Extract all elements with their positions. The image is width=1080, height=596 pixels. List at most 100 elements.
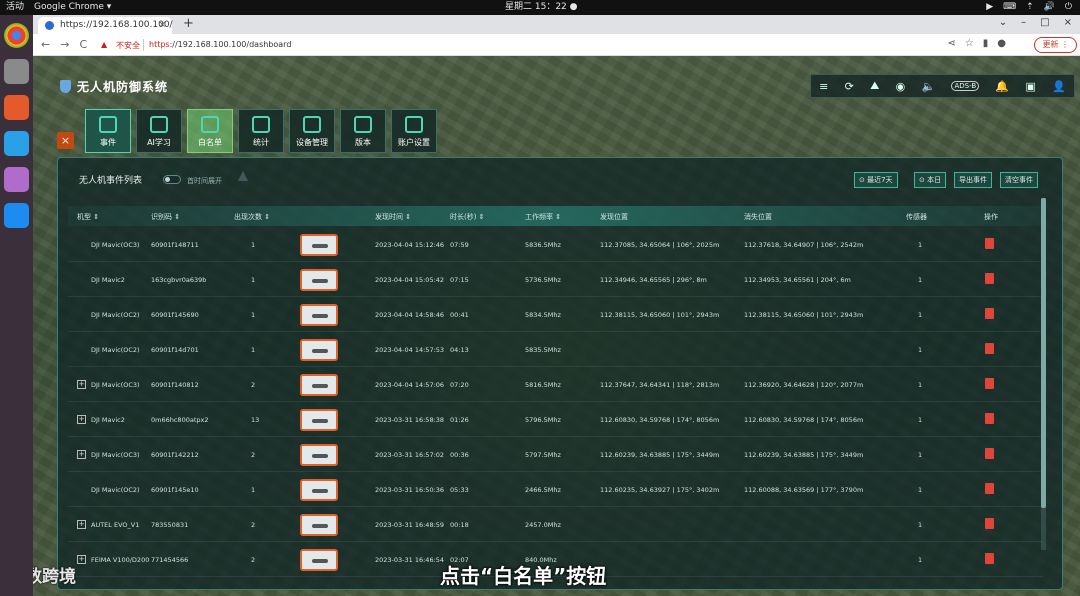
drone-thumbnail[interactable] (300, 304, 338, 326)
col-model[interactable]: 机型 ⇕ (77, 212, 99, 222)
col-count[interactable]: 出现次数 ⇕ (234, 212, 270, 222)
maximize-icon[interactable]: □ (1040, 17, 1049, 28)
col-id[interactable]: 识别码 ⇕ (151, 212, 180, 222)
table-row[interactable]: DJI Mavic(OC2) 60901f145690 1 2023-04-04 14… (68, 298, 1043, 332)
app-store-dock-icon[interactable] (4, 95, 29, 120)
drone-thumbnail[interactable] (300, 514, 338, 536)
drone-thumbnail[interactable] (300, 444, 338, 466)
expand-row-icon[interactable]: + (77, 380, 86, 389)
speaker-icon[interactable]: 🔈 (921, 80, 935, 93)
clock[interactable]: 星期二 15：22 ● (505, 0, 577, 15)
keyboard-icon[interactable]: ⌨ (1003, 0, 1016, 15)
drone-thumbnail[interactable] (300, 409, 338, 431)
drone-thumbnail[interactable] (300, 479, 338, 501)
nav-stats-button[interactable]: 统计 (238, 109, 284, 153)
expand-row-icon[interactable]: + (77, 450, 86, 459)
nav-account-button[interactable]: 账户设置 (391, 109, 437, 153)
recent-7-days-button[interactable]: ⊙ 最近7天 (854, 172, 898, 188)
update-button[interactable]: 更新 ⋮ (1034, 37, 1077, 53)
row-count: 2 (251, 381, 256, 389)
delete-icon[interactable] (985, 413, 994, 424)
side-panel-icon[interactable]: ▮ (983, 38, 989, 49)
table-row[interactable]: + AUTEL EVO_V1 783550831 2 2023-03-31 16:48:… (68, 508, 1043, 542)
col-time[interactable]: 发现时间 ⇕ (375, 212, 411, 222)
drone-thumbnail[interactable] (300, 339, 338, 361)
expand-row-icon[interactable]: + (77, 415, 86, 424)
delete-icon[interactable] (985, 518, 994, 529)
delete-icon[interactable] (985, 343, 994, 354)
telegram-dock-icon[interactable] (4, 131, 29, 156)
browser-tab[interactable]: https://192.168.100.100/ × (38, 17, 173, 34)
new-tab-button[interactable]: + (183, 16, 194, 31)
activities-button[interactable]: 活动 (6, 0, 24, 15)
share-icon[interactable]: ⋖ (947, 38, 955, 49)
today-button[interactable]: ⊙ 本日 (914, 172, 947, 188)
close-window-icon[interactable]: × (1064, 17, 1072, 28)
volume-icon[interactable]: 🔊 (1044, 0, 1055, 15)
back-icon[interactable]: ← (41, 38, 50, 51)
drone-thumbnail[interactable] (300, 234, 338, 256)
user-icon[interactable]: 👤 (1052, 80, 1066, 93)
windows-icon[interactable]: ▣ (1025, 80, 1035, 93)
tab-close-icon[interactable]: × (158, 17, 166, 34)
teams-dock-icon[interactable] (4, 203, 29, 228)
system-tray[interactable]: ▶ ⌨ ⇡ 🔊 ⏻ (986, 0, 1072, 15)
table-row[interactable]: + DJI Mavic(OC3) 60901f140812 2 2023-04-04 1… (68, 368, 1043, 402)
bookmark-star-icon[interactable]: ☆ (965, 38, 974, 49)
table-row[interactable]: DJI Mavic(OC3) 60901f148711 1 2023-04-04 15… (68, 228, 1043, 262)
export-events-button[interactable]: 导出事件 (954, 172, 992, 188)
url-field[interactable]: https://192.168.100.100/dashboard (149, 40, 291, 49)
delete-icon[interactable] (985, 448, 994, 459)
refresh-icon[interactable]: ⟳ (845, 80, 854, 93)
table-row[interactable]: DJI Mavic(OC2) 60901f14d701 1 2023-04-04 14… (68, 333, 1043, 367)
drone-thumbnail[interactable] (300, 269, 338, 291)
shield-logo-icon (60, 80, 71, 93)
nav-events-button[interactable]: 事件 (85, 109, 131, 153)
nav-version-button[interactable]: 版本 (340, 109, 386, 153)
drone-thumbnail[interactable] (300, 374, 338, 396)
nav-ai-button[interactable]: AI学习 (136, 109, 182, 153)
delete-icon[interactable] (985, 273, 994, 284)
profile-icon[interactable]: ● (997, 38, 1006, 49)
delete-icon[interactable] (985, 238, 994, 249)
nav-whitelist-button[interactable]: 白名单 (187, 109, 233, 153)
delete-icon[interactable] (985, 483, 994, 494)
delete-icon[interactable] (985, 553, 994, 564)
video-dock-icon[interactable] (4, 167, 29, 192)
map-icon[interactable]: ⛰ (870, 79, 879, 93)
expand-toggle[interactable] (163, 175, 181, 184)
col-frequency[interactable]: 工作频率 ⇕ (525, 212, 561, 222)
row-duration: 07:20 (450, 381, 469, 389)
eye-icon[interactable]: ◉ (896, 80, 906, 93)
table-row[interactable]: + DJI Mavic(OC3) 60901f142212 2 2023-03-31 1… (68, 438, 1043, 472)
table-row[interactable]: DJI Mavic2 163cgbvr0a639b 1 2023-04-04 15:0… (68, 263, 1043, 297)
clear-events-button[interactable]: 清空事件 (1000, 172, 1038, 188)
delete-icon[interactable] (985, 308, 994, 319)
insecure-label[interactable]: 不安全 (116, 40, 140, 51)
bell-icon[interactable]: 🔔 (995, 80, 1009, 93)
address-bar-row: ← → C ▲ 不安全 https://192.168.100.100/dash… (33, 34, 1080, 56)
expand-row-icon[interactable]: + (77, 520, 86, 529)
adsb-icon[interactable]: ADS-B (951, 81, 980, 91)
nav-devices-button[interactable]: 设备管理 (289, 109, 335, 153)
tab-search-icon[interactable]: ⌄ (999, 17, 1007, 28)
scrollbar[interactable] (1041, 198, 1046, 550)
expand-row-icon[interactable]: + (77, 555, 86, 564)
table-row[interactable]: + DJI Mavic2 0m66hc800atpx2 13 2023-03-31 16… (68, 403, 1043, 437)
files-dock-icon[interactable] (4, 59, 29, 84)
network-icon[interactable]: ⇡ (1026, 0, 1034, 15)
power-icon[interactable]: ⏻ (1065, 0, 1072, 15)
table-row[interactable]: DJI Mavic(OC2) 60901f145e10 1 2023-03-31 16… (68, 473, 1043, 507)
chrome-dock-icon[interactable] (4, 23, 29, 48)
col-duration[interactable]: 时长(秒) ⇕ (450, 212, 485, 222)
close-icon[interactable]: × (57, 132, 74, 149)
scrollbar-thumb[interactable] (1041, 198, 1046, 508)
app-menu[interactable]: Google Chrome ▾ (34, 0, 111, 15)
layers-icon[interactable]: ≡ (819, 80, 828, 93)
record-icon[interactable]: ▶ (986, 0, 993, 15)
drone-thumbnail[interactable] (300, 549, 338, 571)
delete-icon[interactable] (985, 378, 994, 389)
forward-icon[interactable]: → (60, 38, 69, 51)
minimize-icon[interactable]: – (1021, 17, 1026, 28)
reload-icon[interactable]: C (79, 38, 87, 51)
